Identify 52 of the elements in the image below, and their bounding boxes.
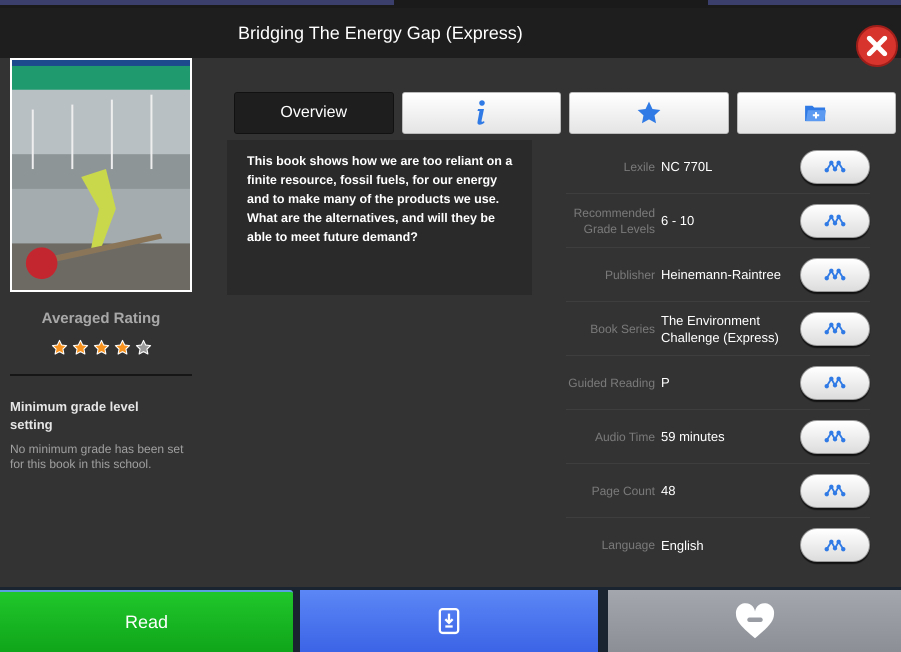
detail-label: Lexile [622, 158, 655, 174]
similar-books-button[interactable] [800, 150, 870, 184]
similar-books-button[interactable] [800, 258, 870, 292]
folder-add-icon [804, 103, 828, 123]
detail-label: Book Series [589, 320, 655, 336]
dots-icon [824, 376, 846, 389]
star-icon [134, 338, 152, 356]
star-icon [92, 338, 110, 356]
similar-books-button[interactable] [800, 420, 870, 454]
detail-value: English [661, 536, 705, 554]
book-description: This book shows how we are too reliant on a finite resource, fossil fuels, for our energy and to make many of the products we use. What are the alternatives, and will they be able to meet future demand? [247, 153, 514, 246]
star-icon [72, 338, 88, 356]
detail-value: P [661, 374, 671, 391]
dots-icon [824, 538, 846, 552]
close-button[interactable] [856, 25, 898, 67]
similar-books-button[interactable] [800, 528, 870, 562]
dots-icon [824, 268, 846, 281]
similar-books-button[interactable] [800, 474, 870, 508]
similar-books-button[interactable] [800, 204, 870, 238]
info-icon [475, 100, 488, 126]
close-icon [866, 35, 888, 57]
dots-icon [824, 430, 846, 443]
detail-value: 59 minutes [661, 428, 726, 445]
book-title: Bridging The Energy Gap (Express) [238, 22, 523, 45]
detail-label: Language [600, 537, 655, 553]
detail-value: Heinemann-Raintree [661, 266, 782, 283]
tablet-download-icon [438, 607, 460, 635]
detail-label: Guided Reading [567, 374, 655, 390]
dots-icon [824, 322, 846, 335]
detail-label: Page Count [590, 482, 655, 498]
grade-setting-heading: Minimum grade level setting [10, 398, 140, 434]
similar-books-button[interactable] [800, 312, 870, 346]
folder-tab[interactable] [736, 92, 896, 134]
dots-icon [824, 484, 846, 497]
rating-label: Averaged Rating [40, 309, 162, 329]
detail-value: 48 [661, 482, 676, 499]
detail-value: The Environment Challenge (Express) [661, 312, 780, 346]
detail-label: Recommended Grade Levels [572, 204, 655, 236]
overview-tab[interactable]: Overview [234, 92, 394, 134]
star-icon [114, 338, 130, 356]
detail-value: NC 770L [661, 158, 714, 175]
star-tab[interactable] [569, 92, 728, 134]
detail-label: Publisher [604, 266, 655, 282]
star-icon [50, 338, 68, 356]
dots-icon [824, 160, 846, 173]
detail-value: 6 - 10 [661, 212, 696, 229]
grade-setting-text: No minimum grade has been set for this book in this school. [10, 442, 184, 472]
similar-books-button[interactable] [800, 366, 870, 400]
star-icon [636, 100, 662, 126]
dots-icon [824, 214, 846, 227]
remove-favorite-button[interactable] [608, 590, 901, 652]
detail-label: Audio Time [594, 428, 655, 444]
